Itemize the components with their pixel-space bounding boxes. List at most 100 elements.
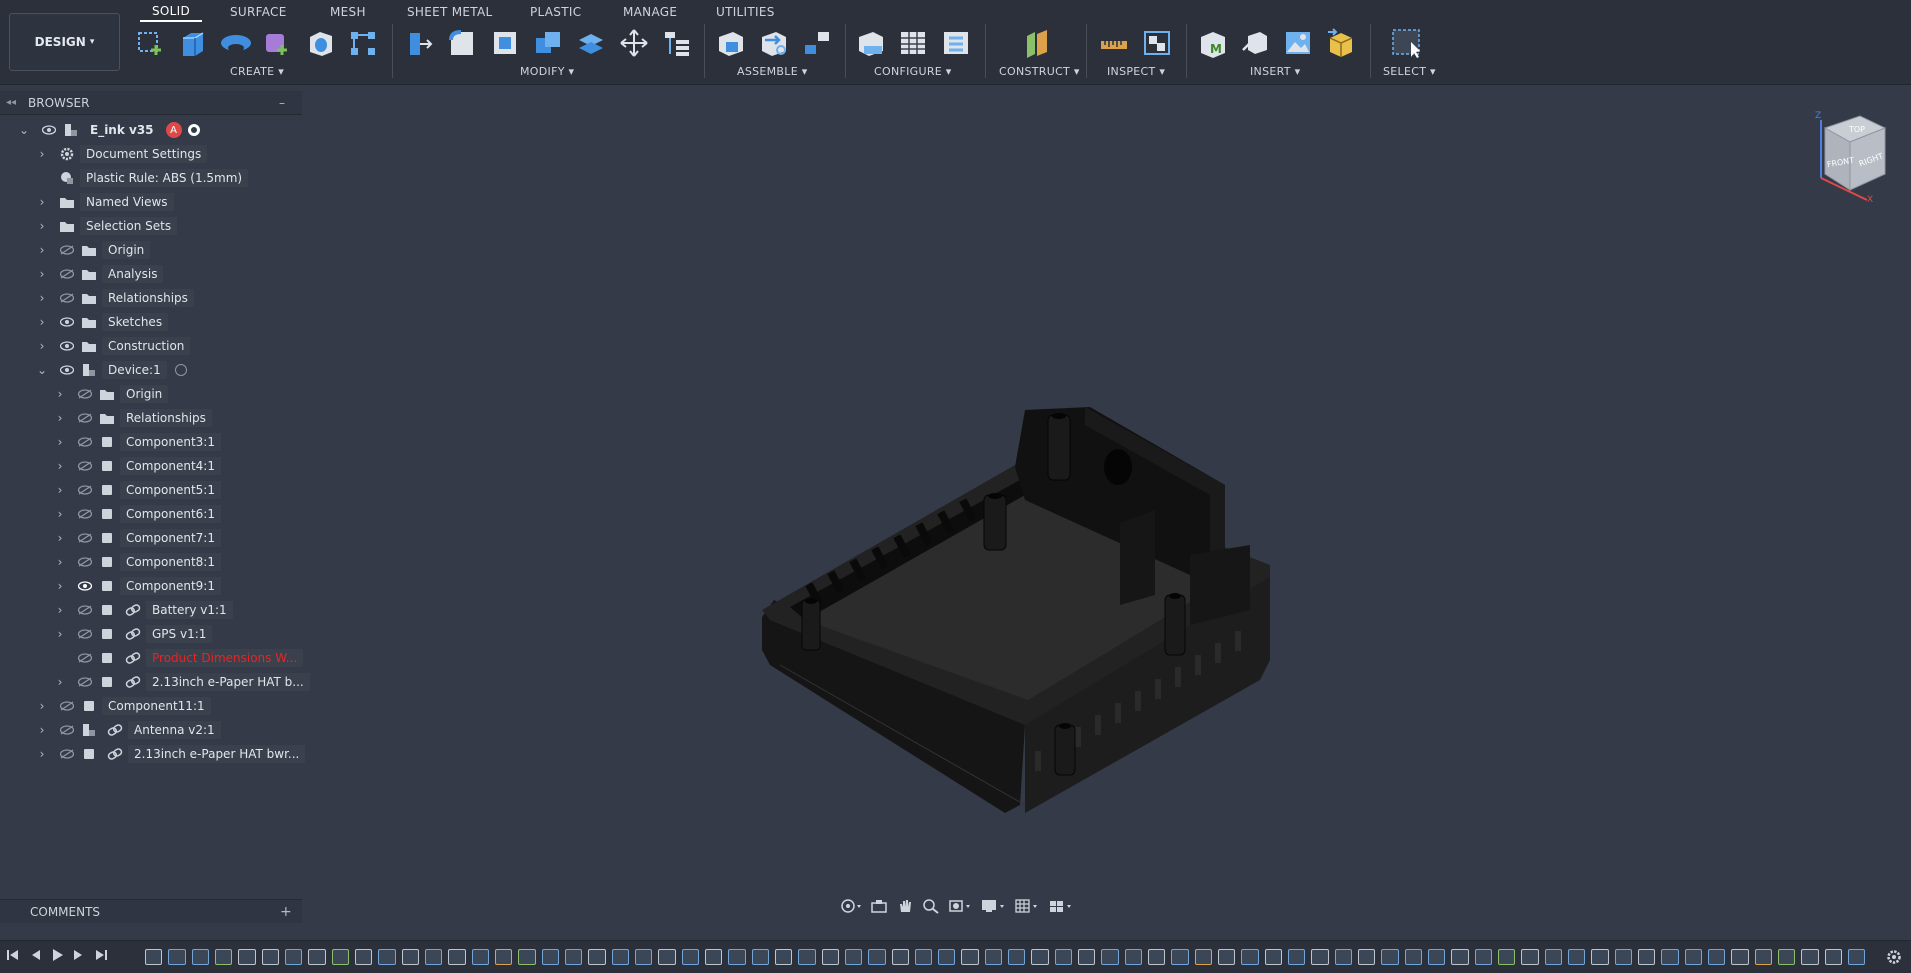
group-modify[interactable]: MODIFY ▾ (520, 65, 574, 78)
timeline-feature-icon[interactable] (1661, 949, 1679, 965)
timeline-feature-icon[interactable] (1381, 949, 1399, 965)
tree-item-origin[interactable]: › Origin (36, 239, 151, 261)
go-to-end-icon[interactable] (94, 947, 108, 966)
eye-icon[interactable] (58, 363, 76, 377)
timeline-feature-icon[interactable] (214, 949, 233, 965)
timeline-feature-icon[interactable] (1474, 949, 1493, 965)
tab-mesh[interactable]: MESH (318, 2, 378, 22)
timeline-feature-icon[interactable] (588, 949, 606, 965)
display-settings-icon[interactable] (980, 898, 1006, 918)
timeline-feature-icon[interactable] (1124, 949, 1143, 965)
chevron-right-icon[interactable]: › (54, 411, 66, 425)
chevron-right-icon[interactable]: › (36, 723, 48, 737)
look-at-icon[interactable] (870, 898, 888, 918)
chevron-right-icon[interactable]: › (36, 243, 48, 257)
joint-icon[interactable] (758, 27, 790, 59)
viewports-icon[interactable] (1048, 898, 1074, 918)
chevron-right-icon[interactable]: › (54, 555, 66, 569)
combine-icon[interactable] (532, 27, 564, 59)
eye-icon[interactable] (76, 579, 94, 593)
group-select[interactable]: SELECT ▾ (1383, 65, 1436, 78)
eye-hidden-icon[interactable] (76, 603, 94, 617)
eye-hidden-icon[interactable] (58, 267, 76, 281)
timeline-feature-icon[interactable] (868, 949, 886, 965)
add-comment-button[interactable]: + (280, 904, 292, 920)
new-component-icon[interactable] (261, 27, 293, 59)
timeline-feature-icon[interactable] (938, 949, 956, 965)
timeline-feature-icon[interactable] (1078, 949, 1096, 965)
tree-item-named-views[interactable]: › Named Views (36, 191, 174, 213)
tree-root[interactable]: ⌄ E_ink v35 A (18, 119, 200, 141)
viewcube[interactable]: TOP FRONT RIGHT Z X (1815, 108, 1895, 205)
timeline-feature-icon[interactable] (1591, 949, 1609, 965)
timeline-feature-icon[interactable] (168, 949, 186, 965)
pattern-icon[interactable] (347, 27, 379, 59)
chevron-right-icon[interactable]: › (36, 147, 48, 161)
timeline-feature-icon[interactable] (1498, 949, 1516, 965)
timeline-feature-icon[interactable] (844, 949, 863, 965)
go-to-start-icon[interactable] (6, 947, 20, 966)
timeline-feature-icon[interactable] (1404, 949, 1423, 965)
tab-plastic[interactable]: PLASTIC (518, 2, 593, 22)
chevron-right-icon[interactable]: › (54, 531, 66, 545)
timeline-feature-icon[interactable] (378, 949, 396, 965)
tab-solid[interactable]: SOLID (140, 2, 203, 22)
timeline-feature-icon[interactable] (1521, 949, 1539, 965)
timeline-feature-icon[interactable] (798, 949, 816, 965)
tree-item-gps[interactable]: › GPS v1:1 (54, 623, 213, 645)
revolve-icon[interactable] (219, 27, 251, 59)
timeline-track[interactable] (145, 946, 1866, 968)
group-create[interactable]: CREATE ▾ (230, 65, 284, 78)
step-forward-icon[interactable] (72, 947, 86, 966)
timeline-feature-icon[interactable] (1801, 949, 1819, 965)
chevron-right-icon[interactable]: › (54, 603, 66, 617)
timeline-feature-icon[interactable] (401, 949, 419, 965)
eye-hidden-icon[interactable] (76, 507, 94, 521)
timeline-feature-icon[interactable] (891, 949, 909, 965)
timeline-feature-icon[interactable] (728, 949, 746, 965)
timeline-feature-icon[interactable] (284, 949, 303, 965)
timeline-feature-icon[interactable] (1241, 949, 1259, 965)
eye-hidden-icon[interactable] (76, 555, 94, 569)
eye-hidden-icon[interactable] (58, 291, 76, 305)
browser-collapse-button[interactable]: – (279, 96, 285, 110)
tree-item-antenna[interactable]: › Antenna v2:1 (36, 719, 221, 741)
timeline-feature-icon[interactable] (1358, 949, 1376, 965)
timeline-feature-icon[interactable] (821, 949, 839, 965)
create-sketch-icon[interactable] (135, 27, 167, 59)
hole-icon[interactable] (305, 27, 337, 59)
timeline-feature-icon[interactable] (1731, 949, 1749, 965)
timeline-feature-icon[interactable] (1264, 949, 1283, 965)
timeline-feature-icon[interactable] (774, 949, 793, 965)
timeline-feature-icon[interactable] (1707, 949, 1726, 965)
chevron-right-icon[interactable]: › (54, 507, 66, 521)
group-construct[interactable]: CONSTRUCT ▾ (999, 65, 1080, 78)
tree-item-product-dimensions[interactable]: Product Dimensions W... (54, 647, 304, 669)
eye-hidden-icon[interactable] (76, 675, 94, 689)
chevron-right-icon[interactable]: › (36, 291, 48, 305)
tree-item-component6[interactable]: › Component6:1 (54, 503, 221, 525)
timeline-feature-icon[interactable] (1054, 949, 1073, 965)
timeline-feature-icon[interactable] (354, 949, 373, 965)
timeline-feature-icon[interactable] (331, 949, 349, 965)
insert-mcmaster-icon[interactable]: M (1197, 27, 1229, 59)
eye-hidden-icon[interactable] (76, 411, 94, 425)
tab-utilities[interactable]: UTILITIES (704, 2, 787, 22)
timeline-feature-icon[interactable] (1148, 949, 1166, 965)
tree-item-epaper-hat-bwr[interactable]: › 2.13inch e-Paper HAT bwr... (36, 743, 306, 765)
chevron-right-icon[interactable]: › (36, 339, 48, 353)
chevron-right-icon[interactable]: › (54, 459, 66, 473)
chevron-right-icon[interactable]: › (54, 387, 66, 401)
group-assemble[interactable]: ASSEMBLE ▾ (737, 65, 808, 78)
timeline-feature-icon[interactable] (751, 949, 769, 965)
eye-hidden-icon[interactable] (58, 243, 76, 257)
timeline-feature-icon[interactable] (1638, 949, 1656, 965)
tree-item-epaper-hat[interactable]: › 2.13inch e-Paper HAT b... (54, 671, 310, 693)
radio-icon[interactable] (174, 364, 187, 376)
tree-item-device-origin[interactable]: › Origin (54, 383, 169, 405)
eye-hidden-icon[interactable] (58, 747, 76, 761)
tree-item-battery[interactable]: › Battery v1:1 (54, 599, 233, 621)
timeline-feature-icon[interactable] (1218, 949, 1236, 965)
chevron-right-icon[interactable]: › (36, 699, 48, 713)
eye-icon[interactable] (58, 339, 76, 353)
